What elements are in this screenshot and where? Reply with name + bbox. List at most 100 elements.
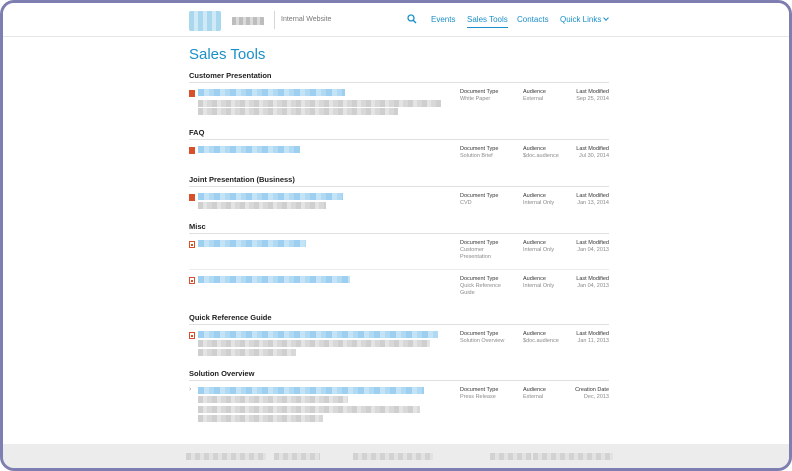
section-title: Quick Reference Guide xyxy=(189,313,272,322)
document-description xyxy=(198,349,296,356)
audience-value: $doc.audience xyxy=(523,338,559,344)
document-type-label: Document Type xyxy=(460,387,499,393)
site-footer xyxy=(3,444,789,468)
document-description xyxy=(198,415,323,422)
document-description xyxy=(198,340,430,347)
last-modified-label: Last Modified xyxy=(576,193,609,199)
ppt-file-icon xyxy=(189,90,195,97)
footer-link[interactable] xyxy=(353,453,433,460)
section-joint-presentation: Joint Presentation (Business) Document T… xyxy=(189,175,609,220)
last-modified-value: Jul 30, 2014 xyxy=(579,153,609,159)
document-row[interactable]: Document Type CVD Audience Internal Only L… xyxy=(189,186,609,220)
document-type-label: Document Type xyxy=(460,240,499,246)
audience-label: Audience xyxy=(523,331,546,337)
document-type-label: Document Type xyxy=(460,331,499,337)
last-modified-label: Last Modified xyxy=(576,89,609,95)
section-solution-overview: Solution Overview › Document Type Press R… xyxy=(189,369,609,430)
section-title: Misc xyxy=(189,222,206,231)
document-row[interactable]: Document Type Solution Overview Audience $… xyxy=(189,324,609,368)
nav-events[interactable]: Events xyxy=(431,15,455,24)
document-row[interactable]: Document Type White Paper Audience Externa… xyxy=(189,82,609,120)
last-modified-label: Last Modified xyxy=(576,331,609,337)
page-title: Sales Tools xyxy=(189,46,266,63)
document-row[interactable]: Document Type Quick Reference Guide Audie… xyxy=(189,269,609,307)
section-title: Solution Overview xyxy=(189,369,255,378)
audience-label: Audience xyxy=(523,240,546,246)
nav-sales-tools[interactable]: Sales Tools xyxy=(467,15,508,28)
audience-value: External xyxy=(523,96,544,102)
document-type-label: Document Type xyxy=(460,276,499,282)
audience-value: External xyxy=(523,394,544,400)
pdf-file-icon xyxy=(189,332,195,339)
section-customer-presentation: Customer Presentation Document Type White… xyxy=(189,71,609,120)
audience-label: Audience xyxy=(523,387,546,393)
nav-quick-links[interactable]: Quick Links xyxy=(560,15,610,24)
section-quick-reference-guide: Quick Reference Guide Document Type Solut… xyxy=(189,313,609,368)
document-type-value: White Paper xyxy=(460,96,491,102)
document-row[interactable]: › Document Type Press Release Audience Ext… xyxy=(189,380,609,430)
document-description xyxy=(198,202,326,209)
audience-value: Internal Only xyxy=(523,283,555,289)
audience-value: Internal Only xyxy=(523,247,555,253)
document-link[interactable] xyxy=(198,276,350,283)
last-modified-value: Jan 11, 2013 xyxy=(577,338,609,344)
document-description xyxy=(198,108,398,115)
last-modified-label: Last Modified xyxy=(576,276,609,282)
creation-date-label: Creation Date xyxy=(575,387,609,393)
audience-value: $doc.audience xyxy=(523,153,559,159)
audience-label: Audience xyxy=(523,193,546,199)
audience-label: Audience xyxy=(523,276,546,282)
last-modified-value: Jan 04, 2013 xyxy=(577,247,609,253)
last-modified-label: Last Modified xyxy=(576,240,609,246)
document-description xyxy=(198,396,348,403)
document-link[interactable] xyxy=(198,89,345,96)
document-type-label: Document Type xyxy=(460,146,499,152)
nav-quick-links-label: Quick Links xyxy=(560,15,602,24)
logo[interactable] xyxy=(189,11,221,31)
document-link[interactable] xyxy=(198,240,306,247)
section-misc: Misc Document Type Customer Presentation … xyxy=(189,222,609,307)
search-icon[interactable] xyxy=(407,14,417,24)
site-header: Internal Website Events Sales Tools Cont… xyxy=(3,3,789,37)
logo-wordmark xyxy=(232,17,264,25)
site-name: Internal Website xyxy=(281,16,332,23)
footer-link[interactable] xyxy=(186,453,266,460)
ppt-file-icon xyxy=(189,194,195,201)
last-modified-label: Last Modified xyxy=(576,146,609,152)
document-row[interactable]: Document Type Customer Presentation Audie… xyxy=(189,233,609,269)
nav-contacts[interactable]: Contacts xyxy=(517,15,549,24)
section-faq: FAQ Document Type Solution Brief Audience… xyxy=(189,128,609,169)
last-modified-value: Sep 25, 2014 xyxy=(576,96,609,102)
ppt-file-icon xyxy=(189,147,195,154)
document-type-value: Press Release xyxy=(460,394,496,400)
document-type-value: Solution Overview xyxy=(460,338,505,344)
document-link[interactable] xyxy=(198,146,300,153)
pdf-file-icon xyxy=(189,277,195,284)
last-modified-value: Jan 13, 2014 xyxy=(577,200,609,206)
document-link[interactable] xyxy=(198,193,343,200)
document-type-value: Quick Reference Guide xyxy=(460,283,501,296)
browser-frame: Internal Website Events Sales Tools Cont… xyxy=(0,0,792,471)
last-modified-value: Jan 04, 2013 xyxy=(577,283,609,289)
audience-label: Audience xyxy=(523,89,546,95)
footer-link[interactable] xyxy=(490,453,532,460)
creation-date-value: Dec, 2013 xyxy=(583,394,609,400)
document-description xyxy=(198,100,441,107)
document-type-value: CVD xyxy=(460,200,472,206)
chevron-right-icon[interactable]: › xyxy=(189,386,191,393)
footer-link[interactable] xyxy=(274,453,320,460)
audience-label: Audience xyxy=(523,146,546,152)
document-type-label: Document Type xyxy=(460,89,499,95)
footer-link[interactable] xyxy=(533,453,613,460)
document-row[interactable]: Document Type Solution Brief Audience $doc… xyxy=(189,139,609,169)
section-title: FAQ xyxy=(189,128,205,137)
header-divider xyxy=(274,11,275,29)
document-type-label: Document Type xyxy=(460,193,499,199)
audience-value: Internal Only xyxy=(523,200,555,206)
section-title: Customer Presentation xyxy=(189,71,272,80)
document-link[interactable] xyxy=(198,387,424,394)
document-type-value: Customer Presentation xyxy=(460,247,491,260)
pdf-file-icon xyxy=(189,241,195,248)
section-title: Joint Presentation (Business) xyxy=(189,175,295,184)
document-link[interactable] xyxy=(198,331,438,338)
